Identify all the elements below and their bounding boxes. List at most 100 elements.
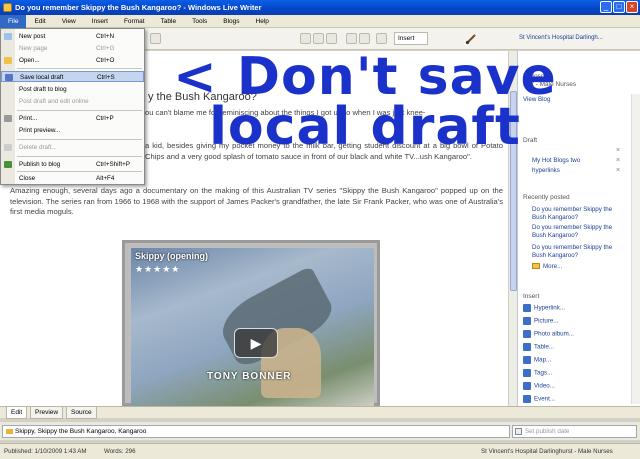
insert-label: Hyperlink... xyxy=(534,304,565,312)
close-icon[interactable]: × xyxy=(616,157,620,164)
insert-tags[interactable]: Tags... xyxy=(523,369,552,378)
menu-item-close[interactable]: Close Alt+F4 xyxy=(1,173,144,184)
menu-item-new-page[interactable]: New page Ctrl+G xyxy=(1,43,144,54)
map-icon xyxy=(523,356,531,364)
menu-separator xyxy=(17,156,142,157)
menu-item-shortcut: Ctrl+S xyxy=(97,74,115,81)
menu-format[interactable]: Format xyxy=(116,15,153,28)
menu-edit[interactable]: Edit xyxy=(26,15,53,28)
photo-album-icon xyxy=(523,330,531,338)
menu-item-label: Post draft to blog xyxy=(19,86,67,93)
insert-label: Table... xyxy=(534,343,554,351)
insert-picture[interactable]: Picture... xyxy=(523,317,558,326)
menu-table[interactable]: Table xyxy=(153,15,185,28)
insert-label: Photo album... xyxy=(534,330,574,338)
menu-item-print[interactable]: Print... Ctrl+P xyxy=(1,113,144,124)
menu-help[interactable]: Help xyxy=(248,15,277,28)
video-thumbnail: Skippy (opening) ★★★★★ ▶ TONY BONNER xyxy=(131,248,374,406)
format-button[interactable] xyxy=(150,33,161,44)
status-bar: Published: 1/10/2009 1:43 AM Words: 296 … xyxy=(0,443,640,459)
picture-button[interactable] xyxy=(359,33,370,44)
tags-value: Skippy, Skippy the Bush Kangaroo, Kangar… xyxy=(15,428,147,435)
menu-item-label: Post draft and edit online xyxy=(19,98,89,105)
recent-post-link[interactable]: Do you remember Skippy the Bush Kangaroo… xyxy=(532,224,627,240)
video-title: Skippy (opening) xyxy=(135,251,208,261)
menu-file[interactable]: File xyxy=(0,14,27,28)
tab-preview[interactable]: Preview xyxy=(30,407,64,419)
play-icon[interactable]: ▶ xyxy=(234,328,278,358)
spellcheck-button[interactable] xyxy=(376,33,387,44)
menu-item-label: New page xyxy=(19,45,48,52)
calendar-icon xyxy=(515,428,522,435)
menu-separator xyxy=(17,68,142,69)
tags-field[interactable]: Skippy, Skippy the Bush Kangaroo, Kangar… xyxy=(2,425,510,438)
menu-item-publish[interactable]: Publish to blog Ctrl+Shift+P xyxy=(1,159,144,170)
recent-post-link[interactable]: Do you remember Skippy the Bush Kangaroo… xyxy=(532,244,627,260)
folder-icon xyxy=(532,263,540,270)
menu-separator xyxy=(17,139,142,140)
insert-label: Picture... xyxy=(534,317,559,325)
more-link[interactable]: More... xyxy=(532,263,562,271)
window-title: Do you remember Skippy the Bush Kangaroo… xyxy=(15,3,262,12)
menu-separator xyxy=(17,110,142,111)
menu-item-post-draft[interactable]: Post draft to blog xyxy=(1,84,144,95)
menu-view[interactable]: View xyxy=(54,15,84,28)
rating-stars: ★★★★★ xyxy=(135,264,181,274)
close-icon[interactable]: × xyxy=(616,147,620,154)
embedded-video[interactable]: Skippy (opening) ★★★★★ ▶ TONY BONNER xyxy=(122,240,380,406)
tab-edit[interactable]: Edit xyxy=(6,407,28,419)
menu-item-post-draft-edit-online[interactable]: Post draft and edit online xyxy=(1,96,144,107)
align-left-button[interactable] xyxy=(300,33,311,44)
minimize-button[interactable]: _ xyxy=(600,1,612,13)
annotation-overlay: < Don't save local draft xyxy=(165,51,565,157)
view-tabs: Edit Preview Source xyxy=(0,406,640,419)
print-icon xyxy=(4,115,12,122)
menu-tools[interactable]: Tools xyxy=(184,15,215,28)
menu-item-open[interactable]: Open... Ctrl+O xyxy=(1,55,144,66)
insert-dropdown[interactable]: Insert xyxy=(394,32,428,45)
close-icon[interactable]: × xyxy=(616,167,620,174)
video-caption: TONY BONNER xyxy=(207,371,292,382)
published-status: Published: 1/10/2009 1:43 AM xyxy=(4,448,87,455)
menu-item-delete-draft[interactable]: Delete draft... xyxy=(1,142,144,153)
event-icon xyxy=(523,395,531,403)
insert-label: Event... xyxy=(534,395,555,403)
open-folder-icon xyxy=(4,57,12,64)
menu-item-print-preview[interactable]: Print preview... xyxy=(1,125,144,136)
menu-blogs[interactable]: Blogs xyxy=(215,15,247,28)
insert-table[interactable]: Table... xyxy=(523,343,554,352)
sidebar-scrollbar[interactable] xyxy=(631,94,640,404)
annotation-line: local draft xyxy=(209,97,521,157)
word-count: Words: 296 xyxy=(104,448,136,455)
table-icon xyxy=(523,343,531,351)
menu-item-label: New post xyxy=(19,33,46,40)
menu-item-new-post[interactable]: New post Ctrl+N xyxy=(1,31,144,42)
menu-insert[interactable]: Insert xyxy=(84,15,116,28)
align-center-button[interactable] xyxy=(313,33,324,44)
insert-hyperlink[interactable]: Hyperlink... xyxy=(523,304,565,313)
blog-selector[interactable]: St Vincent's Hospital Darlingh... xyxy=(515,32,637,45)
publish-date-placeholder: Set publish date xyxy=(525,428,570,435)
app-icon xyxy=(3,3,12,12)
picture-icon xyxy=(523,317,531,325)
post-paragraph[interactable]: Amazing enough, several days ago a docum… xyxy=(10,186,503,218)
publish-icon xyxy=(4,161,12,168)
menu-item-label: Open... xyxy=(19,57,40,64)
draft-item[interactable]: hyperlinks xyxy=(532,167,560,175)
close-button[interactable]: × xyxy=(626,1,638,13)
tab-source[interactable]: Source xyxy=(66,407,97,419)
publish-date-field[interactable]: Set publish date xyxy=(512,425,637,438)
file-menu: New post Ctrl+N New page Ctrl+G Open... … xyxy=(0,28,145,185)
insert-label: Tags... xyxy=(534,369,553,377)
insert-photo-album[interactable]: Photo album... xyxy=(523,330,574,339)
draft-item[interactable]: My Hot Blogs two xyxy=(532,157,580,165)
insert-event[interactable]: Event... xyxy=(523,395,555,404)
insert-video[interactable]: Video... xyxy=(523,382,555,391)
menu-item-save-local-draft[interactable]: Save local draft Ctrl+S xyxy=(1,71,144,82)
maximize-button[interactable]: □ xyxy=(613,1,625,13)
brush-icon[interactable] xyxy=(465,33,477,44)
align-right-button[interactable] xyxy=(326,33,337,44)
recent-post-link[interactable]: Do you remember Skippy the Bush Kangaroo… xyxy=(532,206,627,222)
link-button[interactable] xyxy=(346,33,357,44)
insert-map[interactable]: Map... xyxy=(523,356,551,365)
